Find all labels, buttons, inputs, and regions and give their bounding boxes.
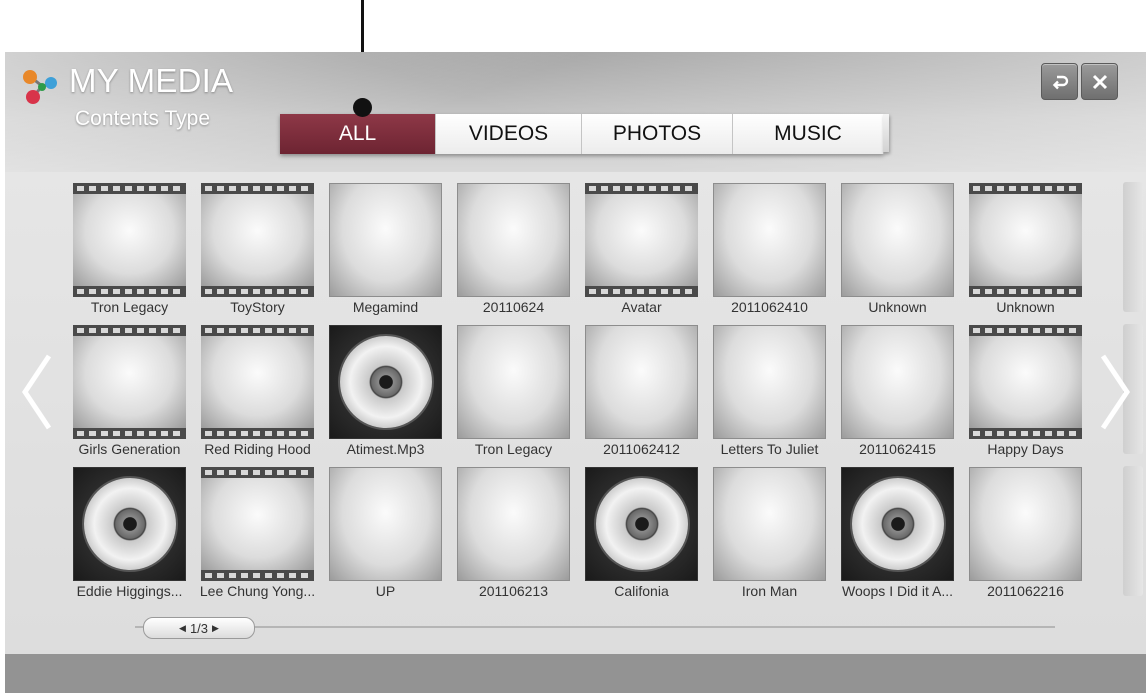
media-item-label: Happy Days: [987, 441, 1064, 457]
media-item[interactable]: Woops I Did it A...: [841, 467, 954, 602]
music-disc-thumbnail: [329, 325, 442, 439]
media-item-label: Califonia: [614, 583, 669, 599]
media-item-label: Unknown: [996, 299, 1055, 315]
media-item-label: 201106213: [478, 583, 549, 599]
disc-icon: [340, 336, 432, 428]
disc-icon: [852, 478, 944, 570]
media-item[interactable]: Califonia: [585, 467, 698, 602]
media-item[interactable]: Letters To Juliet: [713, 325, 826, 460]
media-item-label: Red Riding Hood: [204, 441, 311, 457]
media-item-label: Woops I Did it A...: [841, 583, 953, 599]
media-item[interactable]: Lee Chung Yong...: [200, 467, 315, 602]
media-item[interactable]: Atimest.Mp3: [329, 325, 442, 460]
footer-bar: [5, 654, 1146, 693]
media-item-label: Megamind: [352, 299, 419, 315]
music-disc-thumbnail: [585, 467, 698, 581]
video-thumbnail: [201, 183, 314, 297]
photo-thumbnail: [585, 325, 698, 439]
video-thumbnail: [969, 183, 1082, 297]
music-disc-thumbnail: [73, 467, 186, 581]
media-item-label: 2011062216: [987, 583, 1064, 599]
media-item[interactable]: Tron Legacy: [73, 183, 186, 318]
video-thumbnail: [73, 183, 186, 297]
media-item[interactable]: 2011062412: [585, 325, 698, 460]
page-number: 1/3: [189, 620, 209, 636]
video-thumbnail: [969, 325, 1082, 439]
media-item[interactable]: Happy Days: [969, 325, 1082, 460]
music-disc-thumbnail: [841, 467, 954, 581]
video-thumbnail: [201, 325, 314, 439]
video-thumbnail: [201, 467, 314, 581]
media-item-label: Tron Legacy: [474, 441, 553, 457]
photo-thumbnail: [713, 325, 826, 439]
photo-thumbnail: [457, 467, 570, 581]
media-item-label: 2011062410: [731, 299, 808, 315]
photo-thumbnail: [969, 467, 1082, 581]
media-item-label: 2011062412: [603, 441, 680, 457]
photo-thumbnail: [329, 467, 442, 581]
page-right-icon: ▶: [212, 622, 219, 633]
media-item-label: Tron Legacy: [90, 299, 169, 315]
media-item[interactable]: Eddie Higgings...: [73, 467, 186, 602]
video-thumbnail: [585, 183, 698, 297]
media-item[interactable]: UP: [329, 467, 442, 602]
photo-thumbnail: [841, 183, 954, 297]
media-grid: Tron Legacy ToyStory Megamind 20110624 Avata…: [5, 52, 1146, 693]
media-item-label: Avatar: [621, 299, 662, 315]
my-media-screen: MY MEDIA Contents Type ALL VIDEOS PHOTOS…: [5, 52, 1146, 693]
media-item-label: 2011062415: [859, 441, 936, 457]
media-item[interactable]: Megamind: [329, 183, 442, 318]
media-item[interactable]: Unknown: [969, 183, 1082, 318]
media-item-label: ToyStory: [230, 299, 285, 315]
media-item[interactable]: ToyStory: [201, 183, 314, 318]
photo-thumbnail: [457, 325, 570, 439]
media-item[interactable]: 2011062415: [841, 325, 954, 460]
media-item-label: Girls Generation: [78, 441, 181, 457]
photo-thumbnail: [329, 183, 442, 297]
media-item-label: Iron Man: [741, 583, 798, 599]
video-thumbnail: [73, 325, 186, 439]
media-item-label: UP: [375, 583, 396, 599]
media-item[interactable]: Red Riding Hood: [201, 325, 314, 460]
media-item[interactable]: Iron Man: [713, 467, 826, 602]
media-item[interactable]: Unknown: [841, 183, 954, 318]
disc-icon: [596, 478, 688, 570]
media-item-label: Unknown: [868, 299, 927, 315]
media-item[interactable]: 2011062410: [713, 183, 826, 318]
media-item-label: Letters To Juliet: [720, 441, 819, 457]
media-item[interactable]: Avatar: [585, 183, 698, 318]
media-item-label: Eddie Higgings...: [76, 583, 183, 599]
page-left-icon: ◀: [179, 622, 186, 633]
photo-thumbnail: [713, 183, 826, 297]
photo-thumbnail: [457, 183, 570, 297]
disc-icon: [84, 478, 176, 570]
media-item-label: Atimest.Mp3: [346, 441, 425, 457]
media-item-label: 20110624: [482, 299, 545, 315]
media-item[interactable]: 201106213: [457, 467, 570, 602]
media-item-label: Lee Chung Yong...: [199, 583, 316, 599]
media-item[interactable]: 20110624: [457, 183, 570, 318]
media-item[interactable]: Girls Generation: [73, 325, 186, 460]
media-item[interactable]: Tron Legacy: [457, 325, 570, 460]
callout-pointer-dot: [353, 98, 372, 117]
photo-thumbnail: [841, 325, 954, 439]
page-scroll-track: [135, 626, 1055, 628]
photo-thumbnail: [713, 467, 826, 581]
page-indicator[interactable]: ◀ 1/3 ▶: [143, 617, 255, 639]
media-item[interactable]: 2011062216: [969, 467, 1082, 602]
